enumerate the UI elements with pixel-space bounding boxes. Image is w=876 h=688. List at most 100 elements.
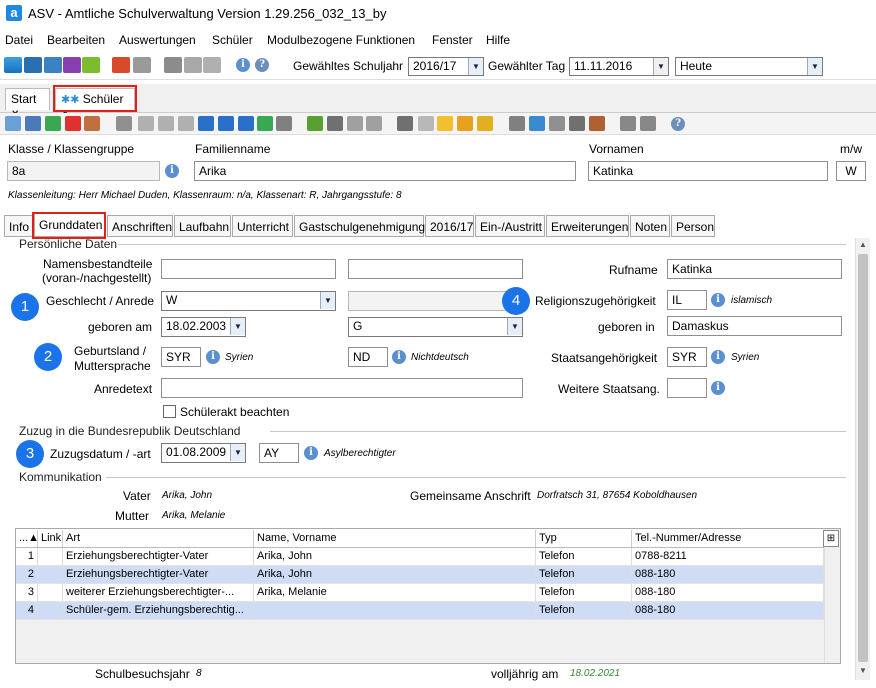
tab-unterricht[interactable]: Unterricht xyxy=(232,215,293,237)
info-icon[interactable]: i xyxy=(206,350,220,364)
home-icon[interactable] xyxy=(620,116,636,131)
list-icon[interactable] xyxy=(116,116,132,131)
lightning-icon[interactable] xyxy=(203,57,221,73)
muttersprache-field[interactable]: ND xyxy=(348,347,388,367)
chevron-down-icon[interactable]: ▼ xyxy=(468,58,483,75)
tab-schuljahr[interactable]: 2016/17 xyxy=(425,215,474,237)
house-icon[interactable] xyxy=(640,116,656,131)
scroll-down-icon[interactable]: ▼ xyxy=(856,664,870,678)
geburtsland-field[interactable]: SYR xyxy=(161,347,201,367)
column-header-tel[interactable]: Tel.-Nummer/Adresse xyxy=(632,530,824,547)
note-icon[interactable] xyxy=(82,57,100,73)
tag-select[interactable]: 11.11.2016 ▼ xyxy=(569,57,669,76)
staat-field[interactable]: SYR xyxy=(667,347,707,367)
eye-icon[interactable] xyxy=(418,116,434,131)
column-header-typ[interactable]: Typ xyxy=(536,530,632,547)
report-icon[interactable] xyxy=(589,116,605,131)
menu-fenster[interactable]: Fenster xyxy=(432,33,473,47)
column-chooser-icon[interactable]: ⊞ xyxy=(823,530,839,547)
religion-field[interactable]: IL xyxy=(667,290,707,310)
last-record-icon[interactable] xyxy=(238,116,254,131)
person-icon[interactable] xyxy=(529,116,545,131)
settings-icon[interactable] xyxy=(509,116,525,131)
scroll-up-icon[interactable]: ▲ xyxy=(856,238,870,252)
new-icon[interactable] xyxy=(5,116,21,131)
column-header-art[interactable]: Art xyxy=(63,530,254,547)
info-icon[interactable]: i xyxy=(711,381,725,395)
delete-icon[interactable] xyxy=(65,116,81,131)
export-icon[interactable] xyxy=(184,57,202,73)
tab-info[interactable]: Info xyxy=(4,215,33,237)
geschlecht-select[interactable]: W ▼ xyxy=(161,291,336,311)
namensbestandteil-voran-field[interactable] xyxy=(161,259,336,279)
column-header-nr[interactable]: ...▲ xyxy=(16,530,39,547)
clock-icon[interactable] xyxy=(477,116,493,131)
info-icon[interactable]: i xyxy=(711,293,725,307)
save-icon[interactable] xyxy=(25,116,41,131)
menu-datei[interactable]: Datei xyxy=(5,33,33,47)
tab-gastschulgenehmigung[interactable]: Gastschulgenehmigung xyxy=(294,215,425,237)
geboren-am-date[interactable]: 18.02.2003 ▼ xyxy=(161,317,246,337)
chat-icon[interactable] xyxy=(63,57,81,73)
zuzugsart-field[interactable]: AY xyxy=(259,443,299,463)
menu-auswertungen[interactable]: Auswertungen xyxy=(119,33,196,47)
anrede-field[interactable] xyxy=(348,291,523,311)
table-scrollbar[interactable] xyxy=(824,548,840,663)
chevron-down-icon[interactable]: ▼ xyxy=(230,444,245,461)
familienname-field[interactable]: Arika xyxy=(194,161,576,181)
group-icon[interactable] xyxy=(549,116,565,131)
schuljahr-select[interactable]: 2016/17 ▼ xyxy=(408,57,484,76)
chevron-down-icon[interactable]: ▼ xyxy=(507,318,522,335)
refresh-icon[interactable] xyxy=(257,116,273,131)
tab-anschriften[interactable]: Anschriften xyxy=(107,215,173,237)
page-scrollbar[interactable]: ▲ ▼ xyxy=(855,238,870,680)
paste-icon[interactable] xyxy=(366,116,382,131)
tag-icon[interactable] xyxy=(457,116,473,131)
mw-field[interactable]: W xyxy=(836,161,866,181)
info-icon[interactable]: i xyxy=(165,164,179,178)
copy-icon[interactable] xyxy=(347,116,363,131)
chevron-down-icon[interactable]: ▼ xyxy=(230,318,245,335)
students-icon[interactable] xyxy=(4,57,22,73)
lightbulb-icon[interactable] xyxy=(437,116,453,131)
help-icon[interactable]: ? xyxy=(255,58,269,72)
first-record-icon[interactable] xyxy=(138,116,154,131)
bus-icon[interactable] xyxy=(24,57,42,73)
info-icon[interactable]: i xyxy=(392,350,406,364)
previous-icon[interactable] xyxy=(178,116,194,131)
vornamen-field[interactable]: Katinka xyxy=(588,161,828,181)
menu-bearbeiten[interactable]: Bearbeiten xyxy=(47,33,105,47)
info-icon[interactable]: i xyxy=(304,446,318,460)
rewind-icon[interactable] xyxy=(158,116,174,131)
zuzugsdatum-date[interactable]: 01.08.2009 ▼ xyxy=(161,443,246,463)
cut-icon[interactable] xyxy=(327,116,343,131)
help-icon[interactable]: ? xyxy=(671,117,685,131)
heute-select[interactable]: Heute ▼ xyxy=(675,57,823,76)
anredetext-field[interactable] xyxy=(161,378,523,398)
fast-forward-icon[interactable] xyxy=(218,116,234,131)
tab-start[interactable]: Start ✕ xyxy=(5,88,50,120)
weitere-staatsang-field[interactable] xyxy=(667,378,707,398)
tab-person[interactable]: Person xyxy=(671,215,715,237)
chevron-down-icon[interactable]: ▼ xyxy=(653,58,668,75)
chevron-down-icon[interactable]: ▼ xyxy=(320,292,335,309)
klasse-field[interactable]: 8a xyxy=(7,161,160,181)
classes-icon[interactable] xyxy=(44,57,62,73)
table-icon[interactable] xyxy=(276,116,292,131)
tab-noten[interactable]: Noten xyxy=(630,215,670,237)
copy-icon[interactable] xyxy=(164,57,182,73)
calculator-icon[interactable] xyxy=(133,57,151,73)
tab-laufbahn[interactable]: Laufbahn xyxy=(174,215,231,237)
undo-icon[interactable] xyxy=(45,116,61,131)
info-icon[interactable]: i xyxy=(711,350,725,364)
book-icon[interactable] xyxy=(112,57,130,73)
column-header-name[interactable]: Name, Vorname xyxy=(254,530,536,547)
scroll-thumb[interactable] xyxy=(858,254,868,662)
print-icon[interactable] xyxy=(397,116,413,131)
g-select[interactable]: G ▼ xyxy=(348,317,523,337)
rufname-field[interactable]: Katinka xyxy=(667,259,842,279)
tab-erweiterungen[interactable]: Erweiterungen xyxy=(546,215,629,237)
menu-schueler[interactable]: Schüler xyxy=(212,33,253,47)
next-icon[interactable] xyxy=(198,116,214,131)
tab-ein-austritt[interactable]: Ein-/Austritt xyxy=(475,215,545,237)
